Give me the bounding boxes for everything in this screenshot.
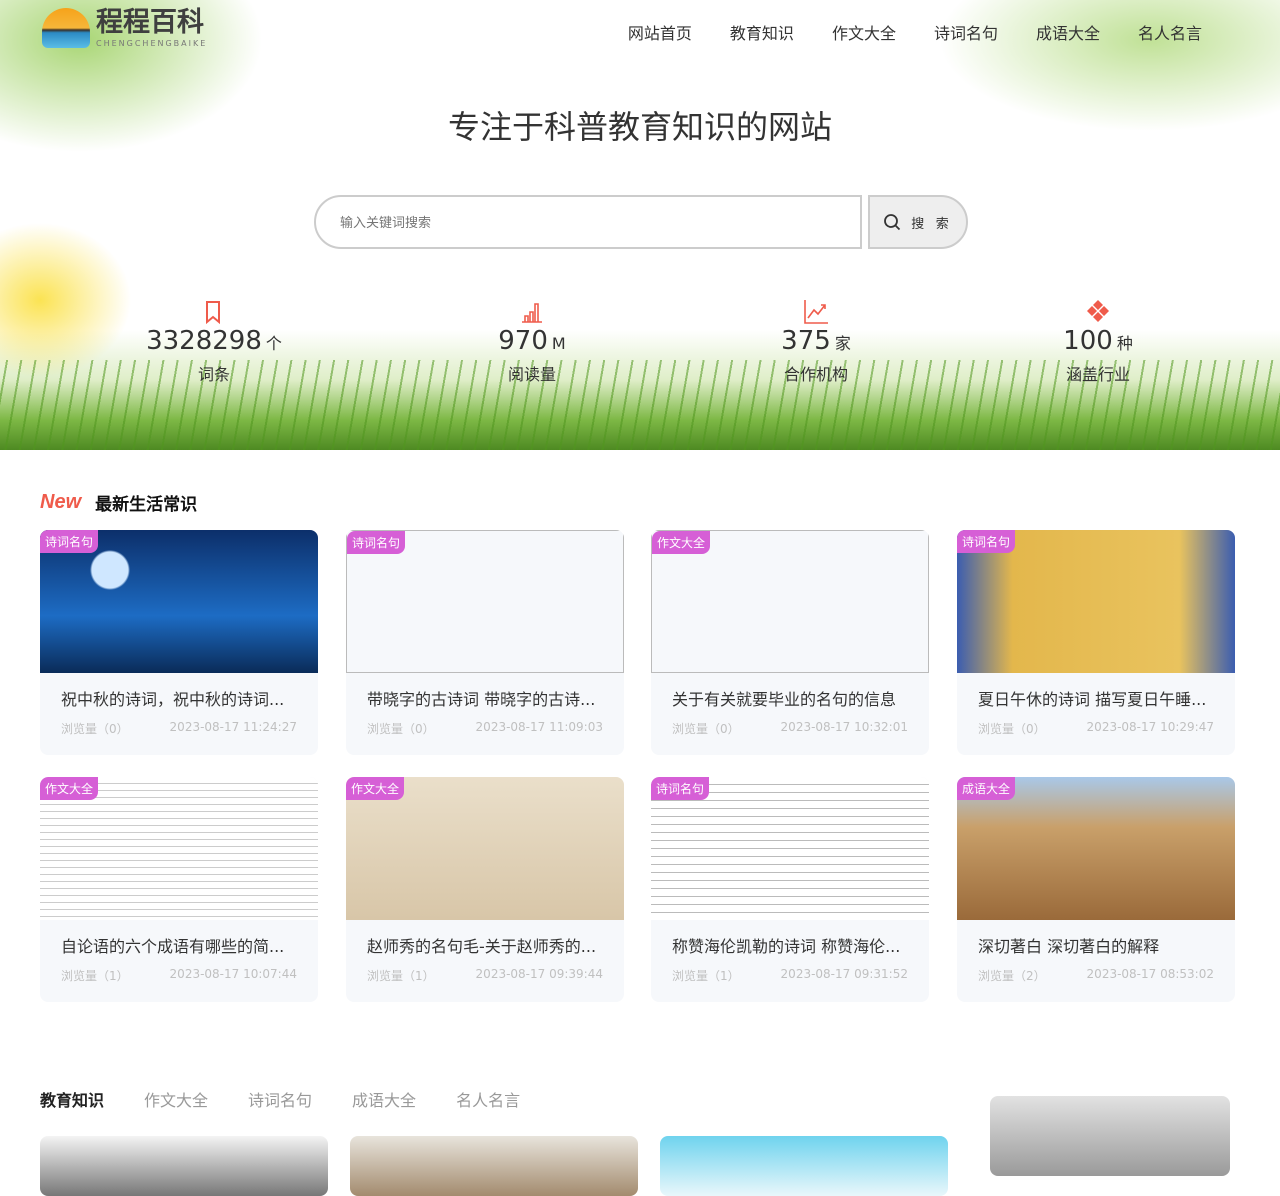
publish-date: 2023-08-17 09:31:52 [780, 967, 908, 981]
nav-education[interactable]: 教育知识 [730, 20, 794, 44]
nav-poems[interactable]: 诗词名句 [934, 20, 998, 44]
article-title[interactable]: 自论语的六个成语有哪些的简... [40, 920, 318, 957]
stat-industries: 100 种 涵盖行业 [998, 298, 1198, 385]
article-title[interactable]: 关于有关就要毕业的名句的信息 [651, 673, 929, 710]
article-title[interactable]: 赵师秀的名句毛-关于赵师秀的... [346, 920, 624, 957]
article-thumbnail[interactable]: 诗词名句 [957, 530, 1235, 673]
stat-reads: 970 M 阅读量 [432, 298, 632, 385]
publish-date: 2023-08-17 09:39:44 [475, 967, 603, 981]
tab-quotes[interactable]: 名人名言 [456, 1087, 520, 1111]
category-tag: 作文大全 [346, 777, 405, 800]
article-thumbnail[interactable]: 作文大全 [346, 777, 624, 920]
view-count: 浏览量（1） [61, 969, 129, 983]
latest-section-header: New 最新生活常识 [40, 490, 197, 515]
stat-unit: 个 [265, 334, 282, 353]
article-card-thumbnail[interactable] [40, 1136, 328, 1196]
bookmark-icon [206, 301, 220, 324]
article-card[interactable]: 诗词名句 祝中秋的诗词，祝中秋的诗词... 浏览量（0） 2023-08-17 1… [40, 530, 318, 755]
view-count: 浏览量（2） [978, 969, 1046, 983]
search-icon [884, 214, 901, 231]
nav-idioms[interactable]: 成语大全 [1036, 20, 1100, 44]
view-count: 浏览量（0） [978, 722, 1046, 736]
diamond-grid-icon [1087, 300, 1109, 322]
category-tag: 诗词名句 [40, 530, 99, 553]
tab-essays[interactable]: 作文大全 [144, 1087, 208, 1111]
section-title: 最新生活常识 [95, 495, 198, 515]
main-nav: 网站首页 教育知识 作文大全 诗词名句 成语大全 名人名言 [628, 20, 1202, 44]
page-slogan: 专注于科普教育知识的网站 [447, 108, 832, 146]
view-count: 浏览量（1） [367, 969, 435, 983]
search-bar: 搜 索 [314, 195, 968, 249]
category-tag: 诗词名句 [347, 531, 406, 554]
article-card[interactable]: 作文大全 自论语的六个成语有哪些的简... 浏览量（1） 2023-08-17 1… [40, 777, 318, 1002]
view-count: 浏览量（1） [672, 969, 740, 983]
article-card[interactable]: 诗词名句 带晓字的古诗词 带晓字的古诗... 浏览量（0） 2023-08-17 … [346, 530, 624, 755]
category-tag: 作文大全 [652, 531, 711, 554]
article-title[interactable]: 深切著白 深切著白的解释 [957, 920, 1235, 957]
stat-value: 375 [781, 326, 831, 356]
new-badge: New [40, 491, 82, 513]
category-tag: 诗词名句 [957, 530, 1016, 553]
category-tag: 成语大全 [957, 777, 1016, 800]
search-input[interactable] [314, 195, 862, 249]
article-card[interactable]: 作文大全 关于有关就要毕业的名句的信息 浏览量（0） 2023-08-17 10:… [651, 530, 929, 755]
article-title[interactable]: 带晓字的古诗词 带晓字的古诗... [346, 673, 624, 710]
nav-essays[interactable]: 作文大全 [832, 20, 896, 44]
search-button-label: 搜 索 [911, 215, 953, 231]
stat-partners: 375 家 合作机构 [716, 298, 916, 385]
article-card-thumbnail[interactable] [660, 1136, 948, 1196]
stat-value: 970 [498, 326, 548, 356]
article-card[interactable]: 诗词名句 夏日午休的诗词 描写夏日午睡... 浏览量（0） 2023-08-17 … [957, 530, 1235, 755]
article-thumbnail[interactable]: 成语大全 [957, 777, 1235, 920]
article-card-thumbnail[interactable] [350, 1136, 638, 1196]
publish-date: 2023-08-17 10:07:44 [169, 967, 297, 981]
logo-sun-icon [42, 8, 90, 48]
search-button[interactable]: 搜 索 [868, 195, 968, 249]
publish-date: 2023-08-17 11:24:27 [169, 720, 297, 734]
article-card[interactable]: 作文大全 赵师秀的名句毛-关于赵师秀的... 浏览量（1） 2023-08-17 … [346, 777, 624, 1002]
article-thumbnail[interactable]: 作文大全 [651, 530, 929, 673]
nav-home[interactable]: 网站首页 [628, 20, 692, 44]
stat-entries: 3328298 个 词条 [114, 298, 314, 385]
stat-label: 词条 [197, 365, 230, 384]
tab-idioms[interactable]: 成语大全 [352, 1087, 416, 1111]
article-thumbnail[interactable]: 作文大全 [40, 777, 318, 920]
stat-label: 涵盖行业 [1065, 365, 1130, 384]
featured-article-thumbnail[interactable] [990, 1096, 1230, 1176]
stat-value: 3328298 [146, 326, 262, 356]
logo-text: 程程百科 [96, 6, 204, 38]
stat-unit: 种 [1116, 334, 1133, 353]
article-title[interactable]: 夏日午休的诗词 描写夏日午睡... [957, 673, 1235, 710]
stat-unit: M [551, 334, 566, 353]
stat-value: 100 [1063, 326, 1113, 356]
article-title[interactable]: 称赞海伦凯勒的诗词 称赞海伦... [651, 920, 929, 957]
nav-quotes[interactable]: 名人名言 [1138, 20, 1202, 44]
logo-subtext: CHENGCHENGBAIKE [96, 38, 208, 48]
trend-chart-icon [804, 300, 828, 324]
site-logo[interactable]: 程程百科 CHENGCHENGBAIKE [42, 8, 207, 48]
category-tabs: 教育知识 作文大全 诗词名句 成语大全 名人名言 [40, 1087, 520, 1111]
tab-education[interactable]: 教育知识 [40, 1087, 104, 1111]
article-card[interactable]: 成语大全 深切著白 深切著白的解释 浏览量（2） 2023-08-17 08:53… [957, 777, 1235, 1002]
view-count: 浏览量（0） [61, 722, 129, 736]
article-thumbnail[interactable]: 诗词名句 [346, 530, 624, 673]
publish-date: 2023-08-17 10:29:47 [1086, 720, 1214, 734]
tab-poems[interactable]: 诗词名句 [248, 1087, 312, 1111]
category-tag: 诗词名句 [651, 777, 710, 800]
article-title[interactable]: 祝中秋的诗词，祝中秋的诗词... [40, 673, 318, 710]
article-thumbnail[interactable]: 诗词名句 [651, 777, 929, 920]
publish-date: 2023-08-17 11:09:03 [475, 720, 603, 734]
view-count: 浏览量（0） [672, 722, 740, 736]
stat-label: 阅读量 [507, 365, 556, 384]
article-thumbnail[interactable]: 诗词名句 [40, 530, 318, 673]
stat-unit: 家 [834, 334, 851, 353]
article-card[interactable]: 诗词名句 称赞海伦凯勒的诗词 称赞海伦... 浏览量（1） 2023-08-17 … [651, 777, 929, 1002]
category-tag: 作文大全 [40, 777, 99, 800]
stat-label: 合作机构 [783, 365, 848, 384]
bar-chart-icon [522, 303, 542, 323]
hero-banner: 程程百科 CHENGCHENGBAIKE 网站首页 教育知识 作文大全 诗词名句… [0, 0, 1280, 450]
publish-date: 2023-08-17 08:53:02 [1086, 967, 1214, 981]
publish-date: 2023-08-17 10:32:01 [780, 720, 908, 734]
view-count: 浏览量（0） [367, 722, 435, 736]
